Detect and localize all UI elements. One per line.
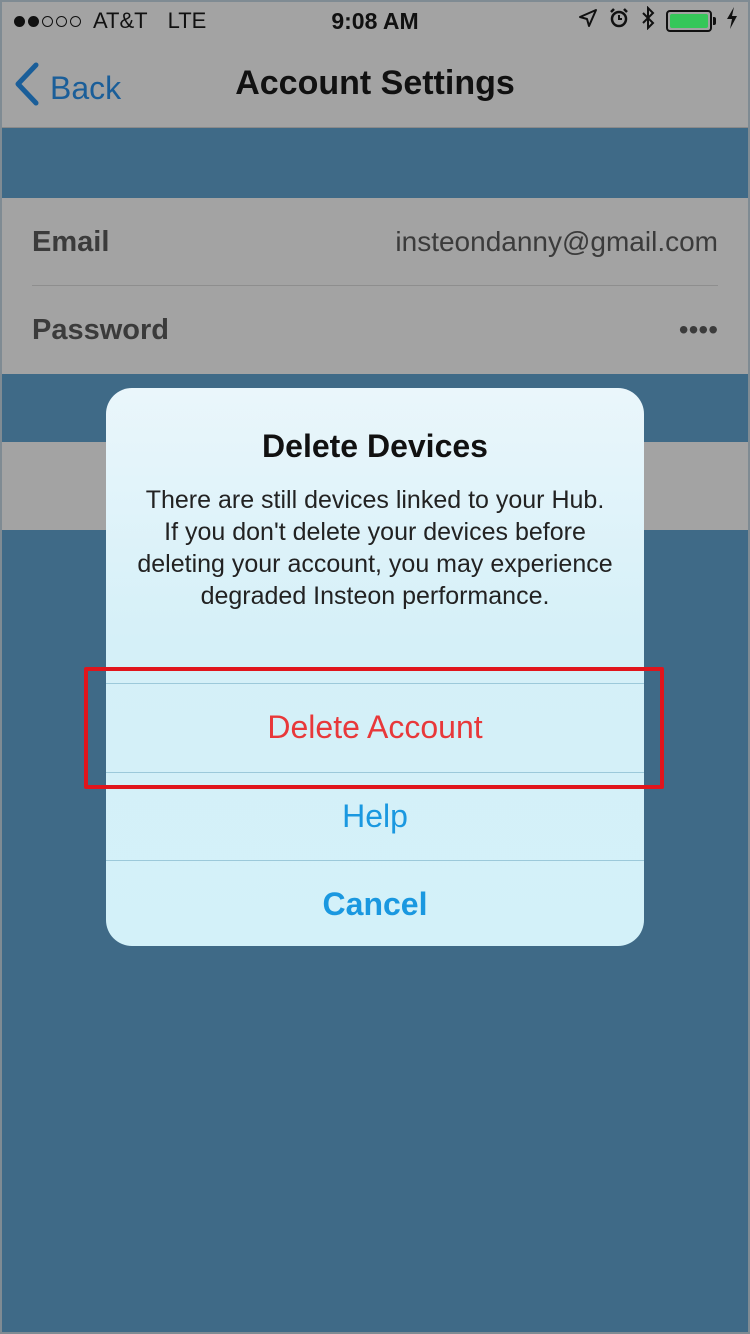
page-title: Account Settings — [235, 64, 515, 102]
account-settings-list: Email insteondanny@gmail.com Password ••… — [0, 198, 750, 374]
email-label: Email — [32, 225, 110, 258]
email-value: insteondanny@gmail.com — [395, 226, 718, 257]
password-label: Password — [32, 313, 169, 346]
password-row[interactable]: Password •••• — [32, 286, 718, 374]
delete-devices-alert: Delete Devices There are still devices l… — [106, 388, 644, 946]
delete-account-button[interactable]: Delete Account — [106, 683, 644, 771]
status-bar: AT&T LTE 9:08 AM — [0, 0, 750, 40]
section-spacer — [0, 128, 750, 198]
bluetooth-icon — [640, 5, 656, 36]
alarm-clock-icon — [608, 7, 630, 35]
navigation-bar: Back Account Settings — [0, 40, 750, 128]
alert-message: There are still devices linked to your H… — [137, 486, 613, 610]
charging-bolt-icon — [726, 7, 738, 35]
cancel-button[interactable]: Cancel — [106, 860, 644, 946]
email-row[interactable]: Email insteondanny@gmail.com — [32, 198, 718, 286]
battery-icon — [666, 10, 716, 32]
location-arrow-icon — [578, 8, 598, 34]
status-right — [578, 5, 738, 36]
alert-title: Delete Devices — [262, 428, 488, 464]
help-button[interactable]: Help — [106, 772, 644, 860]
password-value: •••• — [678, 314, 718, 345]
